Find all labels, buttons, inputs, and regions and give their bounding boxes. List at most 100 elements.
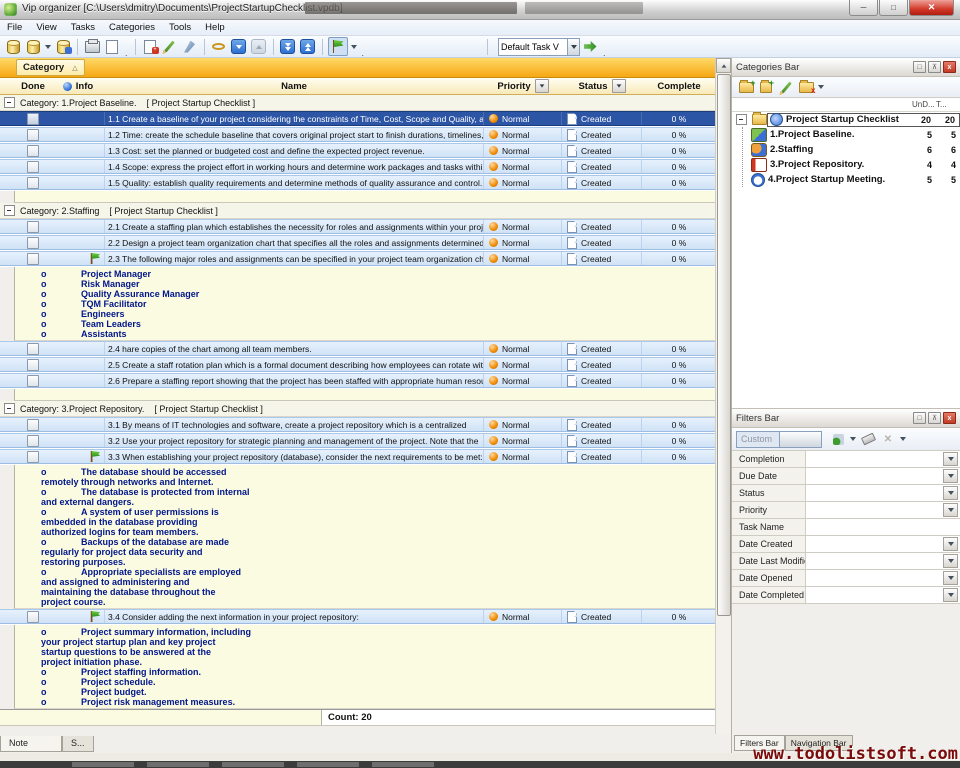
flag-dropdown[interactable] — [351, 45, 357, 49]
show-notes-flag-toggle[interactable] — [328, 37, 348, 56]
column-header-info[interactable]: Info — [52, 78, 104, 94]
done-checkbox[interactable] — [27, 359, 39, 371]
edit-task-button[interactable] — [161, 38, 179, 55]
task-row[interactable]: 2.1 Create a staffing plan which establi… — [0, 219, 716, 234]
filter-preset-combo[interactable]: Custom — [736, 431, 822, 448]
task-row[interactable]: 3.1 By means of IT technologies and soft… — [0, 417, 716, 432]
move-up-button[interactable] — [250, 38, 268, 55]
dropdown-button[interactable] — [943, 571, 958, 585]
tree-item-project-repository[interactable]: 3.Project Repository. 4 4 — [743, 157, 960, 172]
filter-row-date-completed[interactable]: Date Completed — [732, 587, 960, 604]
view-notes-button[interactable] — [210, 38, 228, 55]
filter-preset-dropdown[interactable] — [779, 432, 822, 447]
collapse-group-icon[interactable] — [4, 403, 15, 414]
column-header-status[interactable]: Status — [562, 78, 642, 94]
tree-item-project-startup-meeting[interactable]: 4.Project Startup Meeting. 5 5 — [743, 172, 960, 187]
task-view-input[interactable] — [499, 42, 567, 52]
open-database-dropdown[interactable] — [45, 45, 51, 49]
minimize-button[interactable]: ─ — [849, 0, 878, 16]
group-by-category-chip[interactable]: Category △ — [16, 59, 85, 76]
restore-panel-icon[interactable]: □ — [913, 61, 926, 73]
collapse-group-icon[interactable] — [4, 205, 15, 216]
column-header-name[interactable]: Name — [104, 78, 484, 94]
column-undone[interactable]: UnD... — [912, 100, 936, 109]
tab-note[interactable]: Note — [0, 736, 62, 752]
done-checkbox[interactable] — [27, 161, 39, 173]
filter-row-completion[interactable]: Completion — [732, 451, 960, 468]
dropdown-button[interactable] — [943, 503, 958, 517]
collapse-tree-icon[interactable] — [736, 114, 747, 125]
task-row[interactable]: 1.4 Scope: express the project effort in… — [0, 159, 716, 174]
task-row[interactable]: 2.5 Create a staff rotation plan which i… — [0, 357, 716, 372]
tree-item-project-baseline[interactable]: 1.Project Baseline. 5 5 — [743, 127, 960, 142]
group-header-project-repository[interactable]: Category: 3.Project Repository.[ Project… — [0, 401, 716, 417]
done-checkbox[interactable] — [27, 113, 39, 125]
menu-tools[interactable]: Tools — [162, 20, 198, 35]
task-view-combo[interactable] — [498, 38, 580, 56]
done-checkbox[interactable] — [27, 343, 39, 355]
task-row[interactable]: 2.3 The following major roles and assign… — [0, 251, 716, 266]
save-database-button[interactable] — [54, 38, 72, 55]
close-button[interactable]: ✕ — [909, 0, 954, 16]
filter-row-date-created[interactable]: Date Created — [732, 536, 960, 553]
remove-filter-button[interactable]: ✕ — [879, 431, 897, 448]
tree-item-root[interactable]: Project Startup Checklist 20 20 — [732, 112, 960, 127]
collapse-group-icon[interactable] — [4, 97, 15, 108]
pin-panel-icon[interactable]: ⊼ — [928, 412, 941, 424]
clear-filter-button[interactable] — [859, 431, 877, 448]
vertical-scrollbar[interactable] — [715, 58, 731, 734]
new-database-button[interactable] — [4, 38, 22, 55]
column-header-priority[interactable]: Priority — [484, 78, 562, 94]
categories-toolbar-dropdown[interactable] — [818, 85, 824, 89]
menu-tasks[interactable]: Tasks — [64, 20, 102, 35]
task-row[interactable]: 1.1 Create a baseline of your project co… — [0, 111, 716, 126]
filters-toolbar-dropdown[interactable] — [900, 437, 906, 441]
dropdown-button[interactable] — [943, 588, 958, 602]
column-header-complete[interactable]: Complete — [642, 78, 716, 94]
task-row[interactable]: 3.4 Consider adding the next information… — [0, 609, 716, 624]
task-row[interactable]: 1.2 Time: create the schedule baseline t… — [0, 127, 716, 142]
task-row[interactable]: 2.6 Prepare a staffing report showing th… — [0, 373, 716, 388]
done-checkbox[interactable] — [27, 253, 39, 265]
collapse-all-button[interactable] — [299, 38, 317, 55]
filter-row-due-date[interactable]: Due Date — [732, 468, 960, 485]
group-header-staffing[interactable]: Category: 2.Staffing[ Project Startup Ch… — [0, 203, 716, 219]
new-category-button[interactable]: + — [737, 79, 755, 96]
toolbar-overflow-dot[interactable]: . — [125, 49, 128, 57]
done-checkbox[interactable] — [27, 419, 39, 431]
restore-panel-icon[interactable]: □ — [913, 412, 926, 424]
open-database-button[interactable] — [24, 38, 42, 55]
restore-button[interactable]: □ — [879, 0, 908, 16]
dropdown-button[interactable] — [943, 452, 958, 466]
toolbar-overflow-dot[interactable]: . — [362, 49, 365, 57]
done-checkbox[interactable] — [27, 435, 39, 447]
priority-filter-button[interactable] — [535, 79, 549, 93]
done-checkbox[interactable] — [27, 611, 39, 623]
print-button[interactable] — [83, 38, 101, 55]
done-checkbox[interactable] — [27, 375, 39, 387]
menu-help[interactable]: Help — [198, 20, 232, 35]
task-row[interactable]: 2.2 Design a project team organization c… — [0, 235, 716, 250]
delete-task-button[interactable] — [181, 38, 199, 55]
status-filter-button[interactable] — [612, 79, 626, 93]
tree-item-staffing[interactable]: 2.Staffing 6 6 — [743, 142, 960, 157]
menu-categories[interactable]: Categories — [102, 20, 162, 35]
expand-all-button[interactable] — [279, 38, 297, 55]
filter-row-task-name[interactable]: Task Name — [732, 519, 960, 536]
apply-view-button[interactable] — [581, 38, 599, 55]
task-row[interactable]: 3.2 Use your project repository for stra… — [0, 433, 716, 448]
menu-file[interactable]: File — [0, 20, 29, 35]
new-subcategory-button[interactable]: + — [757, 79, 775, 96]
done-checkbox[interactable] — [27, 129, 39, 141]
task-view-dropdown[interactable] — [567, 39, 579, 55]
toolbar-overflow-dot[interactable]: . — [603, 49, 606, 57]
filter-row-date-last-modified[interactable]: Date Last Modified — [732, 553, 960, 570]
done-checkbox[interactable] — [27, 177, 39, 189]
new-task-button[interactable]: + — [141, 38, 159, 55]
task-row[interactable]: 1.5 Quality: establish quality requireme… — [0, 175, 716, 190]
dropdown-button[interactable] — [943, 469, 958, 483]
done-checkbox[interactable] — [27, 237, 39, 249]
task-row[interactable]: 1.3 Cost: set the planned or budgeted co… — [0, 143, 716, 158]
menu-view[interactable]: View — [29, 20, 63, 35]
tab-s[interactable]: S... — [62, 736, 94, 752]
